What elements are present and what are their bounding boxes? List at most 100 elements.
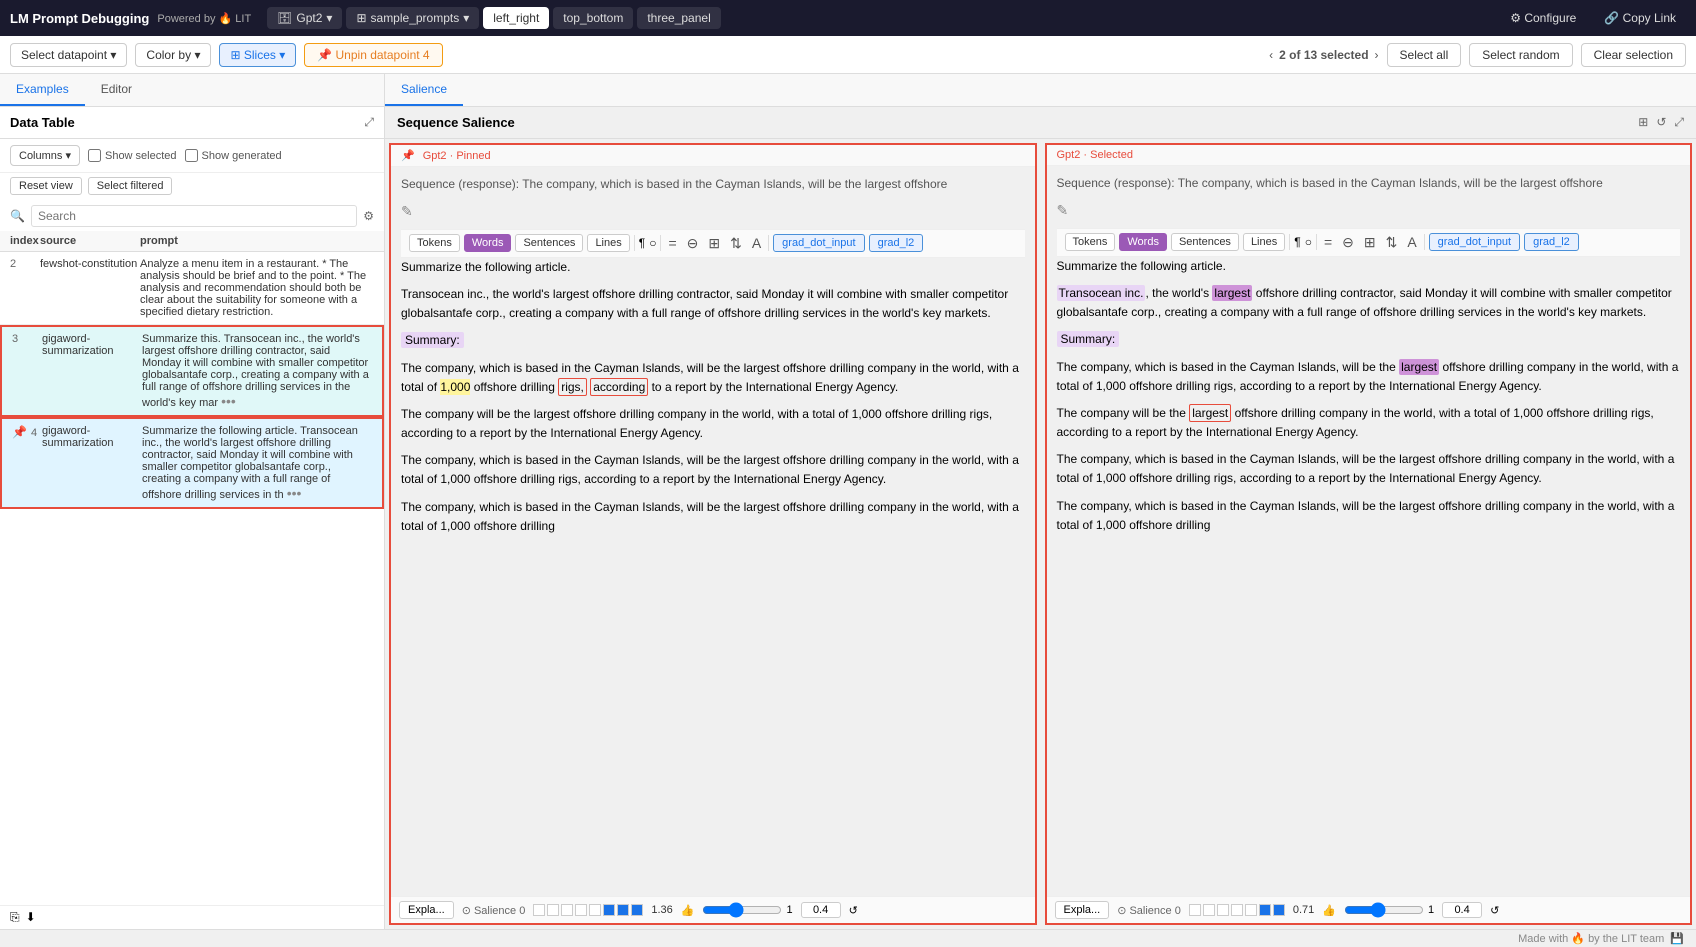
tab-left-right[interactable]: left_right — [483, 7, 549, 29]
reset-view-button[interactable]: Reset view — [10, 177, 82, 195]
adjust-icon-selected[interactable]: ⇅ — [1383, 233, 1401, 252]
temp-control-selected: 1 — [1344, 902, 1434, 918]
copy-link-button[interactable]: 🔗 Copy Link — [1594, 7, 1686, 29]
select-all-button[interactable]: Select all — [1387, 43, 1462, 67]
sequence-salience: Sequence Salience ⊞ ↺ ⤢ 📌 Gpt2 · Pinned — [385, 107, 1696, 929]
tab-sample-prompts[interactable]: ⊞ sample_prompts ▾ — [346, 7, 479, 29]
show-selected-label[interactable]: Show selected — [88, 149, 177, 162]
row-source: gigaword-summarization — [42, 333, 142, 357]
paragraph-icon-pinned: ¶ — [639, 234, 645, 253]
table-row[interactable]: 2 fewshot-constitution Analyze a menu it… — [0, 252, 384, 325]
download-icon[interactable]: ⬇ — [26, 910, 36, 925]
show-selected-checkbox[interactable] — [88, 149, 101, 162]
edit-icon-selected[interactable]: ✎ — [1057, 199, 1681, 221]
tokens-btn-pinned[interactable]: Tokens — [409, 234, 460, 252]
settings-icon[interactable]: ⚙ — [363, 209, 374, 223]
row-index: 2 — [10, 258, 40, 270]
tab-three-panel-label: three_panel — [647, 11, 710, 25]
text-icon-pinned[interactable]: A — [749, 234, 764, 252]
response-label-pinned: Sequence (response): The company, which … — [401, 175, 1025, 194]
next-arrow[interactable]: › — [1375, 48, 1379, 62]
adjust-icon-pinned[interactable]: ⇅ — [727, 234, 745, 253]
tab-three-panel[interactable]: three_panel — [637, 7, 720, 29]
row-source: fewshot-constitution — [40, 258, 140, 270]
words-btn-pinned[interactable]: Words — [464, 234, 512, 252]
table-row[interactable]: 3 gigaword-summarization Summarize this.… — [0, 325, 384, 417]
temp-slider-pinned[interactable] — [702, 902, 782, 918]
temp-slider-selected[interactable] — [1344, 902, 1424, 918]
search-row: 🔍 ⚙ — [0, 201, 384, 231]
color-by-button[interactable]: Color by ▾ — [135, 43, 211, 67]
edit-icon-pinned[interactable]: ✎ — [401, 200, 1025, 222]
panel-body-selected: Sequence (response): The company, which … — [1047, 166, 1691, 896]
method-btn-pinned[interactable]: grad_dot_input — [773, 234, 864, 252]
panel-body-pinned: Sequence (response): The company, which … — [391, 167, 1035, 896]
refresh-icon-selected[interactable]: ↺ — [1490, 904, 1499, 917]
slices-button[interactable]: ⊞ Slices ▾ — [219, 43, 296, 67]
text-icon-selected[interactable]: A — [1404, 233, 1419, 251]
tab-top-bottom[interactable]: top_bottom — [553, 7, 633, 29]
sentences-btn-pinned[interactable]: Sentences — [515, 234, 583, 252]
table-icon: ⊞ — [356, 11, 366, 25]
configure-button[interactable]: ⚙ Configure — [1500, 7, 1586, 29]
sentences-btn-selected[interactable]: Sentences — [1171, 233, 1239, 251]
grid-icon-selected[interactable]: ⊞ — [1361, 233, 1379, 252]
summary-selected: Summary: — [1057, 330, 1681, 349]
tab-editor[interactable]: Editor — [85, 74, 148, 106]
select-filtered-button[interactable]: Select filtered — [88, 177, 173, 195]
select-datapoint-button[interactable]: Select datapoint ▾ — [10, 43, 127, 67]
panels-container: 📌 Gpt2 · Pinned Sequence (response): The… — [385, 139, 1696, 929]
tab-examples[interactable]: Examples — [0, 74, 85, 106]
selection-count: 2 of 13 selected — [1279, 48, 1368, 62]
save-icon[interactable]: 💾 — [1670, 932, 1684, 945]
minus-circle-icon-selected[interactable]: ⊖ — [1339, 233, 1357, 252]
sbox-filled — [617, 904, 629, 916]
fullscreen-icon[interactable]: ⤢ — [1674, 115, 1684, 130]
minus-circle-icon-pinned[interactable]: ⊖ — [684, 234, 702, 253]
words-btn-selected[interactable]: Words — [1119, 233, 1167, 251]
show-generated-label[interactable]: Show generated — [185, 149, 282, 162]
para3-selected: The company will be the largest offshore… — [1057, 404, 1681, 442]
refresh-icon-pinned[interactable]: ↺ — [849, 904, 858, 917]
equals-icon-selected[interactable]: = — [1321, 233, 1335, 251]
sbox — [561, 904, 573, 916]
seq-header-icons: ⊞ ↺ ⤢ — [1638, 115, 1684, 130]
temp-input-selected[interactable] — [1442, 902, 1482, 918]
refresh-icon[interactable]: ↺ — [1656, 115, 1666, 130]
temp-input-pinned[interactable] — [801, 902, 841, 918]
expl-btn-selected[interactable]: Expla... — [1055, 901, 1110, 919]
method2-btn-selected[interactable]: grad_l2 — [1524, 233, 1579, 251]
search-input[interactable] — [31, 205, 357, 227]
expl-btn-pinned[interactable]: Expla... — [399, 901, 454, 919]
temp-value-selected: 1 — [1428, 904, 1434, 916]
copy-icon[interactable]: ⎘ — [10, 910, 20, 925]
prev-arrow[interactable]: ‹ — [1269, 48, 1273, 62]
select-random-button[interactable]: Select random — [1469, 43, 1572, 67]
grid-icon[interactable]: ⊞ — [1638, 115, 1648, 130]
salience-value-pinned: 1.36 — [651, 904, 672, 916]
equals-icon-pinned[interactable]: = — [665, 234, 679, 252]
table-row[interactable]: 📌4 gigaword-summarization Summarize the … — [0, 417, 384, 509]
method2-btn-pinned[interactable]: grad_l2 — [869, 234, 924, 252]
thumb-icon-pinned[interactable]: 👍 — [681, 904, 695, 917]
row-prompt: Summarize this. Transocean inc., the wor… — [142, 333, 372, 409]
lines-btn-selected[interactable]: Lines — [1243, 233, 1285, 251]
unpin-button[interactable]: 📌 Unpin datapoint 4 — [304, 43, 442, 67]
columns-button[interactable]: Columns ▾ — [10, 145, 80, 166]
sbox — [533, 904, 545, 916]
salience-tab[interactable]: Salience — [385, 74, 463, 106]
grid-icon-pinned[interactable]: ⊞ — [705, 234, 723, 253]
tokens-btn-selected[interactable]: Tokens — [1065, 233, 1116, 251]
lines-btn-pinned[interactable]: Lines — [587, 234, 629, 252]
made-with: Made with 🔥 by the LIT team — [1518, 932, 1664, 945]
para5-selected: The company, which is based in the Cayma… — [1057, 497, 1681, 535]
clear-selection-button[interactable]: Clear selection — [1581, 43, 1686, 67]
table-body: 2 fewshot-constitution Analyze a menu it… — [0, 252, 384, 905]
text-block-selected: Summarize the following article. Transoc… — [1057, 257, 1681, 535]
show-generated-checkbox[interactable] — [185, 149, 198, 162]
expand-icon[interactable]: ⤢ — [364, 115, 374, 130]
thumb-icon-selected[interactable]: 👍 — [1322, 904, 1336, 917]
method-btn-selected[interactable]: grad_dot_input — [1429, 233, 1520, 251]
tab-gpt2[interactable]: 🗄 Gpt2 ▾ — [267, 7, 342, 29]
row-prompt: Analyze a menu item in a restaurant. * T… — [140, 258, 374, 318]
